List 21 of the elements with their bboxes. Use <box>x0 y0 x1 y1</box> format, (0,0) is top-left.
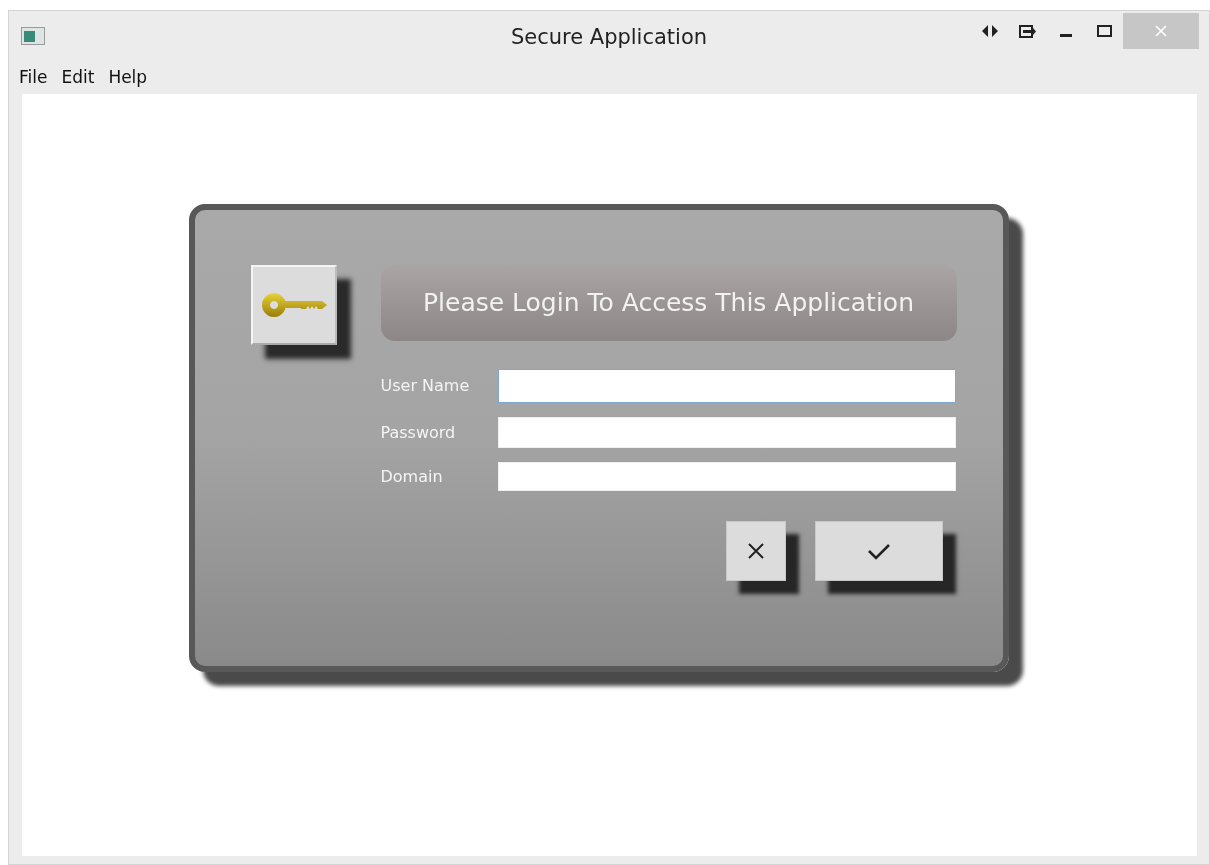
check-icon <box>866 542 891 560</box>
menu-item[interactable]: Edit <box>55 64 103 91</box>
window-title: Secure Application <box>510 25 708 49</box>
cancel-button[interactable] <box>725 521 786 581</box>
menu-item[interactable]: File <box>13 64 56 91</box>
maximize-icon <box>1096 25 1112 37</box>
arrows-icon <box>982 24 998 38</box>
dock-icon <box>1019 24 1037 38</box>
close-icon <box>1155 25 1167 37</box>
minimize-icon <box>1060 34 1072 37</box>
input-field[interactable] <box>497 369 956 403</box>
key-button[interactable] <box>250 265 337 345</box>
ok-button[interactable] <box>814 521 943 581</box>
menu-item[interactable]: Help <box>102 64 156 91</box>
key-icon <box>260 292 327 318</box>
app-icon <box>21 27 45 45</box>
field-label: User Name <box>380 375 471 397</box>
close-icon <box>746 542 765 560</box>
field-label: Domain <box>380 465 444 488</box>
field-label: Password <box>380 421 457 444</box>
login-heading: Please Login To Access This Application <box>380 265 957 341</box>
